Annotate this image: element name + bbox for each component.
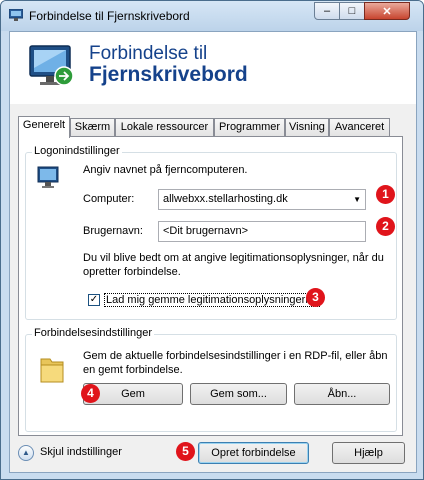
connection-settings-title: Forbindelsesindstillinger bbox=[32, 327, 155, 339]
maximize-button[interactable]: □ bbox=[339, 2, 365, 20]
computer-value: allwebxx.stellarhosting.dk bbox=[163, 193, 288, 205]
credentials-note-line1: Du vil blive bedt om at angive legitimat… bbox=[83, 252, 384, 264]
annotation-badge-5: 5 bbox=[176, 442, 195, 461]
tab-skaerm[interactable]: Skærm bbox=[70, 118, 115, 136]
username-input[interactable]: <Dit brugernavn> bbox=[158, 221, 366, 242]
connect-button[interactable]: Opret forbindelse bbox=[198, 442, 309, 464]
remote-desktop-monitor-icon bbox=[29, 45, 74, 86]
help-button[interactable]: Hjælp bbox=[332, 442, 405, 464]
dropdown-arrow-icon[interactable]: ▼ bbox=[353, 190, 361, 209]
window-title: Forbindelse til Fjernskrivebord bbox=[29, 9, 190, 23]
username-label: Brugernavn: bbox=[83, 225, 143, 237]
save-as-button[interactable]: Gem som... bbox=[190, 383, 287, 405]
hide-options-link[interactable]: Skjul indstillinger bbox=[40, 446, 122, 458]
logon-settings-title: Logonindstillinger bbox=[32, 145, 122, 157]
tab-generelt[interactable]: Generelt bbox=[18, 116, 70, 138]
dialog-client-area: Forbindelse til Fjernskrivebord Generelt… bbox=[9, 31, 417, 473]
credentials-note-line2: opretter forbindelse. bbox=[83, 266, 181, 278]
connection-description-line1: Gem de aktuelle forbindelsesindstillinge… bbox=[83, 350, 388, 362]
close-button[interactable]: ✕ bbox=[364, 2, 410, 20]
save-credentials-checkbox[interactable]: ✓ bbox=[88, 294, 100, 306]
annotation-badge-1: 1 bbox=[376, 185, 395, 204]
save-credentials-label[interactable]: Lad mig gemme legitimationsoplysningerne bbox=[104, 293, 320, 307]
annotation-badge-4: 4 bbox=[81, 384, 100, 403]
connection-description-line2: en gemt forbindelse. bbox=[83, 364, 183, 376]
remote-desktop-app-icon bbox=[9, 9, 23, 21]
header-title-line2: Fjernskrivebord bbox=[89, 63, 248, 86]
tab-visning[interactable]: Visning bbox=[285, 118, 329, 136]
header-title-line1: Forbindelse til bbox=[89, 43, 208, 64]
logon-settings-group: Logonindstillinger Angiv navnet på fjern… bbox=[25, 145, 397, 320]
tab-lokale-ressourcer[interactable]: Lokale ressourcer bbox=[115, 118, 214, 136]
computer-icon bbox=[37, 166, 59, 188]
title-bar[interactable]: Forbindelse til Fjernskrivebord – □ ✕ bbox=[1, 1, 423, 31]
dialog-header: Forbindelse til Fjernskrivebord bbox=[10, 32, 416, 104]
dialog-body: Generelt Skærm Lokale ressourcer Program… bbox=[10, 104, 416, 472]
logon-description: Angiv navnet på fjerncomputeren. bbox=[83, 164, 248, 176]
folder-icon bbox=[40, 358, 64, 383]
annotation-badge-2: 2 bbox=[376, 217, 395, 236]
tab-panel-generelt: Logonindstillinger Angiv navnet på fjern… bbox=[18, 136, 403, 436]
connection-settings-group: Forbindelsesindstillinger Gem de aktuell… bbox=[25, 327, 397, 432]
computer-label: Computer: bbox=[83, 193, 135, 205]
annotation-badge-3: 3 bbox=[306, 288, 325, 307]
minimize-button[interactable]: – bbox=[314, 2, 340, 20]
computer-combobox[interactable]: allwebxx.stellarhosting.dk ▼ bbox=[158, 189, 366, 210]
tab-avanceret[interactable]: Avanceret bbox=[329, 118, 390, 136]
collapse-options-icon[interactable]: ▲ bbox=[18, 445, 34, 461]
open-button[interactable]: Åbn... bbox=[294, 383, 390, 405]
tab-programmer[interactable]: Programmer bbox=[214, 118, 285, 136]
remote-desktop-window: Forbindelse til Fjernskrivebord – □ ✕ Fo… bbox=[0, 0, 424, 480]
